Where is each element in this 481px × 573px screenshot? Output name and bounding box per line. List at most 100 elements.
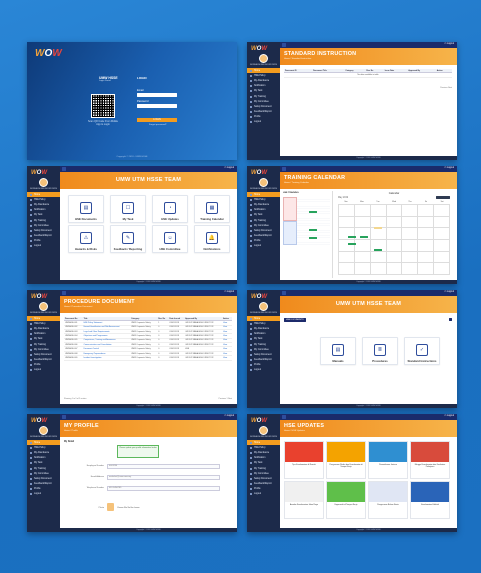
- sidebar-item[interactable]: Logout: [27, 492, 60, 497]
- forgot-password-link[interactable]: Forgot password?: [149, 124, 167, 126]
- calendar-day[interactable]: [354, 228, 371, 240]
- dashboard-card[interactable]: ▤ HSE Documents: [68, 195, 104, 223]
- calendar-day[interactable]: [418, 216, 435, 229]
- qr-code: [91, 94, 115, 118]
- calendar-day[interactable]: [370, 205, 387, 217]
- calendar-event[interactable]: [374, 249, 382, 251]
- menu-toggle-icon[interactable]: [282, 291, 286, 295]
- calendar-day[interactable]: [354, 251, 371, 264]
- document-card[interactable]: ▤ Manuals: [320, 337, 356, 365]
- footer: Copyright © 2018 UMW HSSE: [280, 280, 457, 284]
- calendar-day[interactable]: [402, 263, 419, 275]
- calendar-day[interactable]: [402, 240, 419, 252]
- calendar-day[interactable]: [370, 228, 387, 240]
- close-icon[interactable]: [449, 318, 452, 321]
- calendar-day[interactable]: [354, 263, 371, 275]
- dashboard-card[interactable]: 🔔 Notifications: [194, 225, 230, 253]
- menu-toggle-icon[interactable]: [282, 415, 286, 419]
- calendar-day[interactable]: [434, 216, 450, 229]
- calendar-day[interactable]: [386, 240, 403, 252]
- calendar-day[interactable]: [386, 263, 403, 275]
- update-card[interactable]: Pengurusan Risiko dan Keselamatan di Tem…: [326, 441, 366, 479]
- field-input[interactable]: 012-3456789: [107, 485, 220, 491]
- calendar-day[interactable]: [339, 263, 355, 275]
- logout-link[interactable]: ⏻ Logout: [445, 167, 455, 169]
- calendar-event[interactable]: [348, 243, 356, 245]
- calendar-day[interactable]: [339, 240, 355, 252]
- update-card[interactable]: Tips Keselamatan di Rumah: [284, 441, 324, 479]
- file-chooser[interactable]: Choose File No file chosen: [117, 507, 140, 509]
- document-card[interactable]: ≣ Procedures: [362, 337, 398, 365]
- dashboard-card[interactable]: ▦ Training Calendar: [194, 195, 230, 223]
- logout-link[interactable]: ⏻ Logout: [225, 167, 235, 169]
- calendar-event[interactable]: [360, 236, 368, 238]
- sidebar-item[interactable]: Logout: [247, 244, 280, 249]
- calendar-day[interactable]: [354, 205, 371, 217]
- calendar-day[interactable]: [386, 216, 403, 229]
- pagination[interactable]: Previous Next: [440, 87, 452, 89]
- email-field[interactable]: [137, 93, 177, 97]
- update-card[interactable]: Keselamatan Elektrik: [410, 481, 450, 519]
- logout-link[interactable]: ⏻ Logout: [225, 415, 235, 417]
- password-field[interactable]: [137, 104, 177, 108]
- table-row[interactable]: UMWHSE-009 Incident Investigation UMW Corp…: [64, 355, 232, 361]
- calendar-day[interactable]: [434, 251, 450, 264]
- calendar-day[interactable]: [418, 205, 435, 217]
- calendar-day[interactable]: [418, 251, 435, 264]
- table-cell[interactable]: View: [222, 355, 232, 361]
- document-card[interactable]: ✓ Standard Instructions: [404, 337, 440, 365]
- sidebar-item[interactable]: Logout: [27, 368, 60, 373]
- update-card[interactable]: Minggu Keselamatan dan Kesihatan Pekerja…: [410, 441, 450, 479]
- calendar-day[interactable]: [434, 228, 450, 240]
- calendar-day[interactable]: [339, 216, 355, 229]
- calendar-day[interactable]: [339, 251, 355, 264]
- update-card[interactable]: Amalan Keselamatan Jalan Raya: [284, 481, 324, 519]
- calendar-day[interactable]: [370, 251, 387, 264]
- sidebar-item[interactable]: Logout: [247, 120, 280, 125]
- calendar-day[interactable]: [402, 205, 419, 217]
- calendar-day[interactable]: [386, 228, 403, 240]
- field-input[interactable]: norhelmi@umw.com.my: [107, 474, 220, 480]
- menu-toggle-icon[interactable]: [282, 167, 286, 171]
- calendar-day[interactable]: [434, 263, 450, 275]
- calendar-day[interactable]: [402, 251, 419, 264]
- field-input[interactable]: 0001234: [107, 463, 220, 469]
- calendar-day[interactable]: [418, 228, 435, 240]
- calendar-day[interactable]: [434, 240, 450, 252]
- calendar-day[interactable]: [339, 205, 355, 217]
- menu-toggle-icon[interactable]: [62, 291, 66, 295]
- update-card[interactable]: Ergonomik di Tempat Kerja: [326, 481, 366, 519]
- dashboard-card[interactable]: ✎ Feedback / Reporting: [110, 225, 146, 253]
- logout-link[interactable]: ⏻ Logout: [225, 291, 235, 293]
- logout-link[interactable]: ⏻ Logout: [445, 291, 455, 293]
- menu-toggle-icon[interactable]: [62, 415, 66, 419]
- dashboard-card[interactable]: ☺ HSE Committee: [152, 225, 188, 253]
- calendar-day[interactable]: [386, 251, 403, 264]
- calendar-day[interactable]: [402, 216, 419, 229]
- calendar-day[interactable]: [402, 228, 419, 240]
- dashboard-card[interactable]: ◔ HSE Updates: [152, 195, 188, 223]
- pagination[interactable]: Previous 1 Next: [219, 398, 232, 400]
- update-card[interactable]: Pemeriksaan Jentera: [368, 441, 408, 479]
- calendar-day[interactable]: [434, 205, 450, 217]
- calendar-day[interactable]: [418, 263, 435, 275]
- calendar-day[interactable]: [354, 240, 371, 252]
- menu-toggle-icon[interactable]: [282, 43, 286, 47]
- sidebar-item[interactable]: Logout: [247, 492, 280, 497]
- update-card[interactable]: Pengurusan Bahan Kimia: [368, 481, 408, 519]
- calendar-event[interactable]: [348, 236, 356, 238]
- logout-link[interactable]: ⏻ Logout: [445, 415, 455, 417]
- calendar-day[interactable]: [418, 240, 435, 252]
- calendar-day[interactable]: [354, 216, 371, 229]
- calendar-day[interactable]: [339, 228, 355, 240]
- calendar-day[interactable]: [370, 263, 387, 275]
- menu-toggle-icon[interactable]: [62, 167, 66, 171]
- sidebar-item[interactable]: Logout: [247, 368, 280, 373]
- dashboard-card[interactable]: ⚠ Hazards & Risks: [68, 225, 104, 253]
- dashboard-card[interactable]: ☐ My Task: [110, 195, 146, 223]
- login-button[interactable]: LOGIN: [137, 118, 177, 122]
- sidebar-item[interactable]: Logout: [27, 244, 60, 249]
- logout-link[interactable]: ⏻ Logout: [445, 43, 455, 45]
- calendar-nav-buttons[interactable]: [436, 196, 450, 199]
- calendar-day[interactable]: [386, 205, 403, 217]
